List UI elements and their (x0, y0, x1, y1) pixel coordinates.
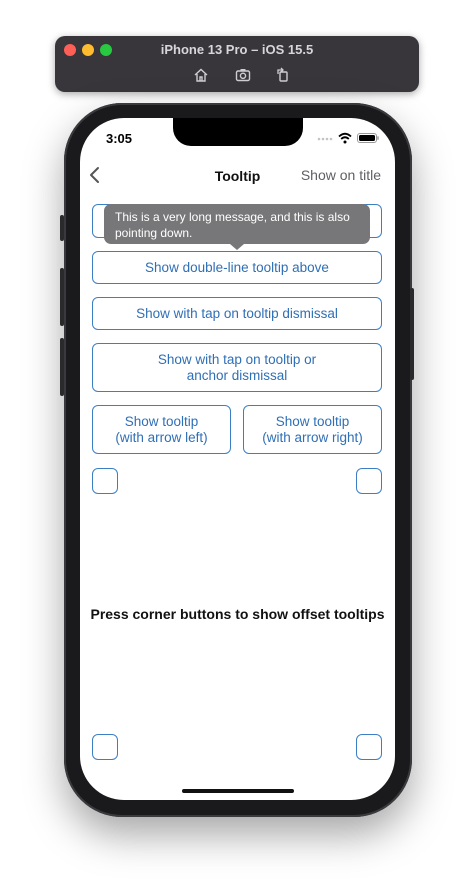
top-left-corner-button[interactable] (92, 468, 118, 494)
notch (173, 118, 303, 146)
device-screen: 3:05 Tooltip Show on title This is a ver… (80, 118, 395, 800)
show-tooltip-arrow-right-button[interactable]: Show tooltip (with arrow right) (243, 405, 382, 454)
battery-icon (357, 133, 379, 143)
wifi-icon (338, 132, 352, 144)
button-label-line2: (with arrow right) (262, 429, 363, 445)
button-label-line1: Show tooltip (275, 413, 350, 429)
status-time: 3:05 (106, 131, 133, 146)
volume-up-button (60, 268, 64, 326)
home-icon[interactable] (192, 66, 210, 84)
cellular-signal-icon (317, 137, 333, 141)
show-tap-tooltip-dismissal-button[interactable]: Show with tap on tooltip dismissal (92, 297, 382, 330)
simulator-title-bar: iPhone 13 Pro – iOS 15.5 (55, 36, 419, 92)
simulator-title: iPhone 13 Pro – iOS 15.5 (160, 42, 314, 57)
tooltip-bubble[interactable]: This is a very long message, and this is… (104, 204, 370, 244)
button-label-line2: anchor dismissal (186, 367, 288, 383)
bottom-right-corner-button[interactable] (356, 734, 382, 760)
tooltip-arrow (230, 244, 244, 250)
show-double-line-tooltip-button[interactable]: Show double-line tooltip above (92, 251, 382, 284)
rotate-icon[interactable] (274, 66, 292, 84)
button-label: Show with tap on tooltip dismissal (136, 305, 338, 321)
button-label-line1: Show tooltip (124, 413, 199, 429)
show-on-title-button[interactable]: Show on title (301, 167, 381, 183)
bottom-left-corner-button[interactable] (92, 734, 118, 760)
volume-down-button (60, 338, 64, 396)
show-tap-tooltip-or-anchor-dismissal-button[interactable]: Show with tap on tooltip or anchor dismi… (92, 343, 382, 392)
tooltip-text: This is a very long message, and this is… (115, 210, 350, 240)
button-label-line1: Show with tap on tooltip or (157, 351, 317, 367)
button-label-line2: (with arrow left) (115, 429, 208, 445)
corner-instructions-label: Press corner buttons to show offset tool… (90, 606, 385, 622)
mute-switch (60, 215, 64, 241)
home-indicator[interactable] (182, 789, 294, 793)
power-button (410, 288, 414, 380)
screenshot-icon[interactable] (234, 66, 252, 84)
top-right-corner-button[interactable] (356, 468, 382, 494)
button-label: Show double-line tooltip above (145, 259, 329, 275)
show-tooltip-arrow-left-button[interactable]: Show tooltip (with arrow left) (92, 405, 231, 454)
